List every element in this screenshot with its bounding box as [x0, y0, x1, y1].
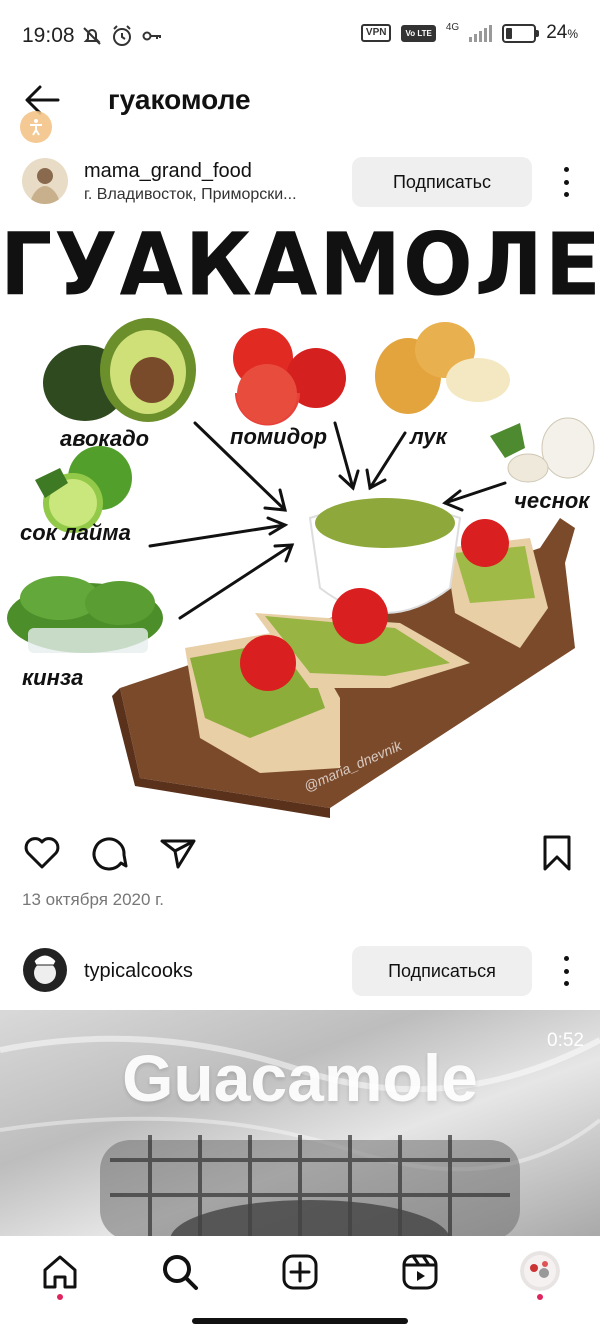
- more-options-icon[interactable]: [561, 956, 571, 986]
- profile-avatar[interactable]: [520, 1251, 560, 1291]
- avatar[interactable]: [22, 947, 68, 993]
- avatar[interactable]: [22, 158, 68, 204]
- home-notification-dot: [57, 1294, 63, 1300]
- home-icon[interactable]: [40, 1252, 80, 1292]
- status-time: 19:08: [22, 24, 75, 47]
- profile-notification-dot: [537, 1294, 543, 1300]
- status-indicators: VPN Vo LTE 4G 24%: [360, 21, 578, 44]
- video-title-overlay: Guacamole: [122, 1041, 478, 1115]
- more-options-icon[interactable]: [561, 167, 571, 197]
- ingredient-label: помидор: [230, 424, 328, 449]
- status-bar: 19:08 VPN Vo LTE 4G 24%: [0, 0, 600, 72]
- post-date: 13 октября 2020 г.: [22, 890, 165, 909]
- ingredient-label: авокадо: [60, 426, 150, 451]
- battery-icon: [502, 23, 540, 43]
- reels-icon[interactable]: [400, 1252, 440, 1292]
- network-type: 4G: [445, 21, 460, 33]
- alarm-icon: [113, 25, 131, 46]
- page-title: гуакомоле: [108, 84, 251, 115]
- follow-button[interactable]: Подписаться: [352, 946, 532, 996]
- post-username[interactable]: mama_grand_food: [84, 160, 252, 183]
- ingredient-label: сок лайма: [20, 520, 131, 545]
- ingredient-label: кинза: [22, 665, 84, 690]
- comment-icon[interactable]: [90, 833, 130, 873]
- like-heart-icon[interactable]: [22, 833, 62, 873]
- search-icon[interactable]: [160, 1252, 200, 1292]
- key-icon: [142, 31, 161, 41]
- post-username[interactable]: typicalcooks: [84, 960, 193, 983]
- vpn-badge: VPN: [360, 24, 392, 42]
- create-post-icon[interactable]: [280, 1252, 320, 1292]
- share-send-icon[interactable]: [158, 833, 198, 873]
- ingredient-label: чеснок: [514, 488, 590, 513]
- muted-bell-icon: [83, 27, 101, 45]
- signal-icon: [469, 24, 493, 42]
- accessibility-bubble-icon[interactable]: [20, 111, 52, 143]
- poster-title: ГУАКАМОЛЕ: [0, 215, 600, 316]
- ingredient-label: лук: [410, 424, 447, 449]
- battery-percent: 24%: [546, 22, 578, 43]
- bookmark-icon[interactable]: [537, 833, 577, 873]
- gesture-home-bar[interactable]: [192, 1318, 408, 1324]
- volte-badge: Vo LTE: [401, 24, 436, 42]
- follow-button[interactable]: Подписатьс: [352, 157, 532, 207]
- post-location[interactable]: г. Владивосток, Приморски...: [84, 186, 297, 204]
